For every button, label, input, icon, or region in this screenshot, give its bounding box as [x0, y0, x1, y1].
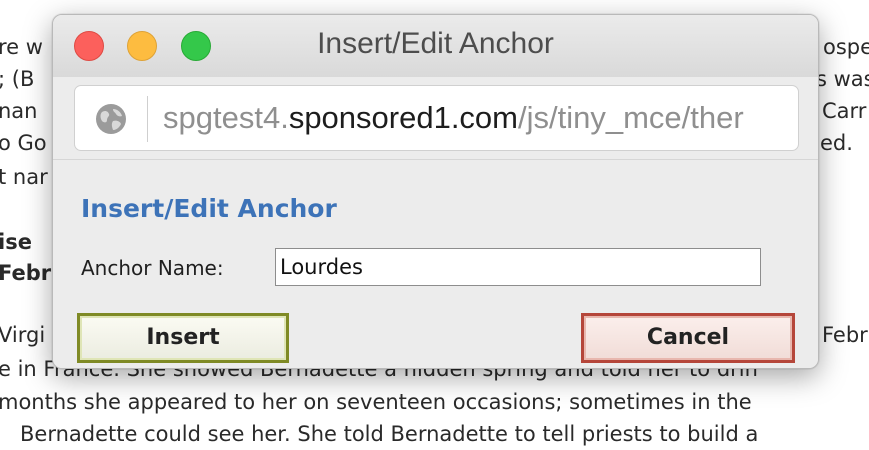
bg-text-line: Carr — [822, 99, 867, 123]
globe-icon — [95, 103, 127, 135]
bg-text-line: re w — [0, 35, 43, 59]
bg-text-line: Febru — [822, 323, 869, 347]
insert-button[interactable]: Insert — [77, 313, 289, 363]
bg-text-line: nan — [0, 99, 38, 123]
bg-text-line: Bernadette could see her. She told Berna… — [20, 422, 759, 446]
dialog-heading: Insert/Edit Anchor — [81, 194, 337, 223]
bg-text-line: ospel — [823, 35, 869, 59]
bg-text-line: o Go — [0, 131, 47, 155]
bg-heading-line: ise — [0, 230, 32, 254]
address-bar-divider — [147, 96, 148, 142]
url-text: spgtest4.sponsored1.com/js/tiny_mce/ther — [163, 100, 744, 136]
bg-text-line: ed. — [820, 131, 853, 155]
title-bar[interactable]: Insert/Edit Anchor — [53, 15, 818, 77]
window-title: Insert/Edit Anchor — [317, 27, 554, 60]
bg-text-line: months she appeared to her on seventeen … — [0, 390, 752, 414]
url-host: sponsored1.com — [288, 100, 518, 135]
bg-text-line: s was — [816, 67, 869, 91]
anchor-name-input[interactable] — [275, 248, 761, 286]
bg-text-line: ; (B — [0, 67, 35, 91]
cancel-button[interactable]: Cancel — [581, 313, 795, 363]
popup-window: Insert/Edit Anchor spgtest4.sponsored1.c… — [52, 14, 819, 369]
anchor-name-label: Anchor Name: — [81, 256, 224, 280]
anchor-dialog: Insert/Edit Anchor Anchor Name: Insert C… — [53, 159, 818, 368]
address-bar[interactable]: spgtest4.sponsored1.com/js/tiny_mce/ther — [74, 85, 799, 151]
bg-heading-line: Febr — [0, 261, 52, 285]
bg-text-line: t nar — [0, 165, 48, 189]
bg-text-line: Virgi — [0, 323, 46, 347]
url-prefix: spgtest4. — [163, 100, 289, 135]
url-path: /js/tiny_mce/ther — [518, 100, 744, 135]
